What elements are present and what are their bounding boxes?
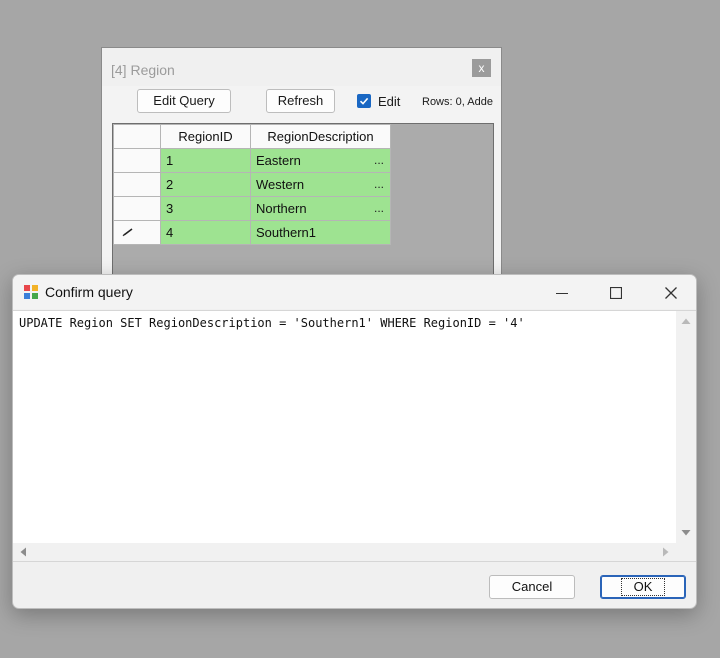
vertical-scrollbar[interactable]	[676, 311, 696, 544]
cell-ellipsis-button[interactable]: ...	[374, 201, 384, 215]
rows-status-text: Rows: 0, Adde	[422, 96, 493, 108]
cell-regiondescription[interactable]: Northern...	[250, 196, 391, 221]
refresh-button[interactable]: Refresh	[266, 89, 335, 113]
region-window: [4] Region x Edit Query Refresh Edit Row…	[101, 47, 502, 293]
checkmark-icon	[359, 97, 369, 105]
sql-query-text: UPDATE Region SET RegionDescription = 'S…	[19, 316, 525, 330]
scroll-right-arrow-icon[interactable]	[662, 547, 670, 557]
horizontal-scrollbar[interactable]	[13, 543, 676, 561]
sql-query-textbox[interactable]: UPDATE Region SET RegionDescription = 'S…	[13, 310, 696, 562]
edit-checkbox-label[interactable]: Edit	[378, 94, 400, 109]
cell-regionid[interactable]: 3	[160, 196, 251, 221]
cell-regionid[interactable]: 2	[160, 172, 251, 197]
region-window-title: [4] Region	[111, 62, 175, 78]
table-row[interactable]: 1 Eastern...	[113, 148, 391, 173]
ok-button[interactable]: OK	[600, 575, 686, 599]
dialog-title: Confirm query	[45, 284, 133, 300]
column-header-regiondescription[interactable]: RegionDescription	[250, 124, 391, 149]
cell-regionid[interactable]: 4	[160, 220, 251, 245]
column-header-regionid[interactable]: RegionID	[160, 124, 251, 149]
row-header[interactable]	[113, 172, 161, 197]
cell-ellipsis-button[interactable]: ...	[374, 177, 384, 191]
cell-regiondescription[interactable]: Eastern...	[250, 148, 391, 173]
grid-header-row: RegionID RegionDescription	[113, 124, 391, 149]
scroll-up-arrow-icon[interactable]	[681, 317, 691, 325]
cell-text: Eastern	[256, 153, 301, 168]
cell-regionid[interactable]: 1	[160, 148, 251, 173]
region-window-titlebar[interactable]: [4] Region x	[102, 48, 501, 86]
row-header-editing[interactable]	[113, 220, 161, 245]
cell-regiondescription[interactable]: Southern1	[250, 220, 391, 245]
minimize-button[interactable]	[539, 279, 585, 307]
pencil-icon	[122, 228, 133, 237]
scroll-down-arrow-icon[interactable]	[681, 529, 691, 537]
close-icon	[665, 287, 677, 299]
edit-query-button[interactable]: Edit Query	[137, 89, 231, 113]
scroll-corner	[676, 543, 696, 561]
app-icon	[24, 285, 38, 299]
ok-button-label: OK	[620, 578, 666, 596]
row-header[interactable]	[113, 196, 161, 221]
confirm-query-dialog: Confirm query UPDATE Region SET RegionDe…	[12, 274, 697, 609]
cell-text: Northern	[256, 201, 307, 216]
region-data-grid[interactable]: RegionID RegionDescription 1 Eastern... …	[112, 123, 494, 293]
cell-ellipsis-button[interactable]: ...	[374, 153, 384, 167]
table-row[interactable]: 3 Northern...	[113, 196, 391, 221]
maximize-button[interactable]	[593, 279, 639, 307]
edit-checkbox[interactable]	[357, 94, 371, 108]
table-row[interactable]: 2 Western...	[113, 172, 391, 197]
minimize-icon	[556, 293, 568, 294]
cell-text: Southern1	[256, 225, 316, 240]
scroll-left-arrow-icon[interactable]	[19, 547, 27, 557]
maximize-icon	[609, 286, 623, 300]
cell-regiondescription[interactable]: Western...	[250, 172, 391, 197]
cancel-button[interactable]: Cancel	[489, 575, 575, 599]
grid-corner-header[interactable]	[113, 124, 161, 149]
cell-text: Western	[256, 177, 305, 192]
row-header[interactable]	[113, 148, 161, 173]
close-button[interactable]	[648, 279, 694, 307]
table-row[interactable]: 4 Southern1	[113, 220, 391, 245]
dialog-titlebar[interactable]: Confirm query	[13, 275, 696, 309]
region-window-close-button[interactable]: x	[472, 59, 491, 77]
